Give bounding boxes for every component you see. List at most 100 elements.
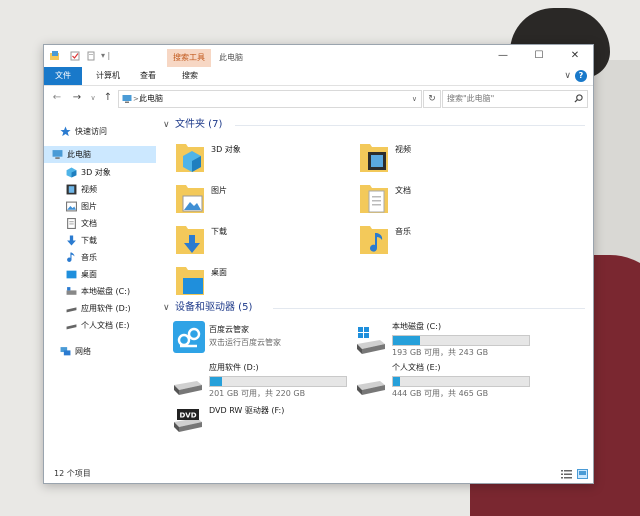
folder-label: 文档 [395,186,411,195]
sidebar-item-drive-c[interactable]: 本地磁盘 (C:) [44,283,156,300]
cube-icon [66,167,77,178]
tab-computer[interactable]: 计算机 [88,67,128,85]
drive-label: 个人文档 (E:) [392,363,441,372]
drive-tile-c[interactable]: 本地磁盘 (C:) 193 GB 可用，共 243 GB [356,320,576,357]
sidebar-item-videos[interactable]: 视频 [44,181,156,198]
document-folder-icon [360,185,388,213]
sidebar-item-pictures[interactable]: 图片 [44,198,156,215]
devices-group-header[interactable]: ∨ 设备和驱动器 (5) [163,301,252,315]
folder-tile-documents[interactable]: 文档 [359,181,529,217]
explorer-window: ▾ | 搜索工具 此电脑 — ☐ ✕ 文件 计算机 查看 搜索 ∨ ? ← → … [43,44,594,484]
folders-group-header[interactable]: ∨ 文件夹 (7) [163,118,222,132]
up-button[interactable]: ↑ [102,90,114,106]
star-icon [60,126,71,137]
title-bar: ▾ | 搜索工具 此电脑 — ☐ ✕ [44,45,593,67]
collapse-chevron-icon[interactable]: ∨ [163,301,175,315]
folder-label: 视频 [395,145,411,154]
details-view-icon[interactable] [561,469,572,479]
sidebar-item-music[interactable]: 音乐 [44,249,156,266]
search-input[interactable]: 搜索"此电脑" [442,90,588,108]
sidebar-item-desktop[interactable]: 桌面 [44,266,156,283]
devices-group-title: 设备和驱动器 (5) [175,302,253,313]
recent-locations-dropdown[interactable]: ∨ [88,90,98,106]
sidebar-item-drive-e[interactable]: 个人文档 (E:) [44,317,156,334]
folder-label: 3D 对象 [211,145,241,154]
wallpaper-shadow [590,60,640,270]
picture-folder-icon [176,185,204,213]
app-tile-baidu-cloud[interactable]: 百度云管家 双击运行百度云管家 [173,321,343,357]
ribbon-collapse-icon[interactable]: ∨ [564,68,571,84]
sidebar-item-network[interactable]: 网络 [44,343,156,360]
folder-tile-desktop[interactable]: 桌面 [175,263,345,299]
breadcrumb-location[interactable]: 此电脑 [139,91,163,107]
window-title: 此电脑 [219,53,243,62]
sidebar-item-3d-objects[interactable]: 3D 对象 [44,164,156,181]
sidebar-item-documents[interactable]: 文档 [44,215,156,232]
search-icon[interactable] [574,94,583,103]
folder-tile-pictures[interactable]: 图片 [175,181,345,217]
sidebar-item-label: 下载 [81,236,97,245]
desktop-folder-icon [176,267,204,295]
search-placeholder: 搜索"此电脑" [447,94,495,103]
sidebar-item-downloads[interactable]: 下载 [44,232,156,249]
music-icon [67,252,75,262]
navigation-pane: 快速访问 此电脑 3D 对象 视频 图片 文档 下载 音乐 桌面 本地磁盘 (C… [44,115,156,465]
maximize-button[interactable]: ☐ [521,45,557,67]
navigation-bar: ← → ∨ ↑ > 此电脑 ∨ ↻ 搜索"此电脑" [44,86,593,110]
network-icon [60,347,71,356]
sidebar-item-drive-d[interactable]: 应用软件 (D:) [44,300,156,317]
address-dropdown-icon[interactable]: ∨ [412,91,417,107]
item-count: 12 个项目 [54,469,91,478]
large-icons-view-icon[interactable] [577,469,588,479]
app-description: 双击运行百度云管家 [209,338,281,347]
baidu-cloud-icon [173,321,205,353]
status-bar: 12 个项目 [44,465,593,483]
breadcrumb-separator[interactable]: > [133,91,139,107]
dvd-badge: DVD [179,412,196,420]
folder-app-icon [50,51,59,60]
folder-tile-3d-objects[interactable]: 3D 对象 [175,140,345,176]
sidebar-item-quick-access[interactable]: 快速访问 [44,123,156,140]
drive-usage-bar [392,335,530,346]
drive-usage-fill [393,377,400,386]
quick-access-toolbar-dropdown[interactable]: ▾ | [101,48,110,64]
drive-usage-bar [392,376,530,387]
drive-label: 本地磁盘 (C:) [392,322,442,331]
drive-capacity: 193 GB 可用，共 243 GB [392,348,489,357]
folder-tile-downloads[interactable]: 下载 [175,222,345,258]
sidebar-item-label: 个人文档 (E:) [81,321,130,330]
sidebar-item-label: 快速访问 [75,127,107,136]
drive-icon [66,324,77,330]
tab-view[interactable]: 查看 [132,67,164,85]
minimize-button[interactable]: — [485,45,521,67]
tab-file[interactable]: 文件 [44,67,82,85]
sidebar-item-label: 音乐 [81,253,97,262]
address-bar[interactable]: > 此电脑 ∨ [118,90,422,108]
new-folder-quick-icon[interactable] [86,51,96,61]
folder-tile-music[interactable]: 音乐 [359,222,529,258]
drive-label: DVD RW 驱动器 (F:) [209,406,285,415]
pc-icon [122,95,132,103]
sidebar-item-label: 3D 对象 [81,168,111,177]
context-tab-search-tools[interactable]: 搜索工具 [167,49,211,67]
sidebar-item-label: 本地磁盘 (C:) [81,287,131,296]
close-button[interactable]: ✕ [557,45,593,67]
video-folder-icon [360,144,388,172]
drive-icon [66,287,77,295]
forward-button[interactable]: → [70,90,84,106]
collapse-chevron-icon[interactable]: ∨ [163,118,175,132]
tab-search[interactable]: 搜索 [172,67,208,85]
refresh-button[interactable]: ↻ [423,90,441,108]
sidebar-item-label: 应用软件 (D:) [81,304,131,313]
picture-icon [66,201,77,212]
properties-icon[interactable] [70,51,80,61]
sidebar-item-this-pc[interactable]: 此电脑 [44,146,156,163]
group-divider [235,125,585,126]
help-icon[interactable]: ? [575,70,587,82]
folder-tile-videos[interactable]: 视频 [359,140,529,176]
video-icon [66,184,77,195]
sidebar-item-label: 网络 [75,347,91,356]
drive-tile-e[interactable]: 个人文档 (E:) 444 GB 可用，共 465 GB [356,361,576,398]
back-button[interactable]: ← [50,90,64,106]
drive-tile-dvd[interactable]: DVD DVD RW 驱动器 (F:) [173,402,373,438]
